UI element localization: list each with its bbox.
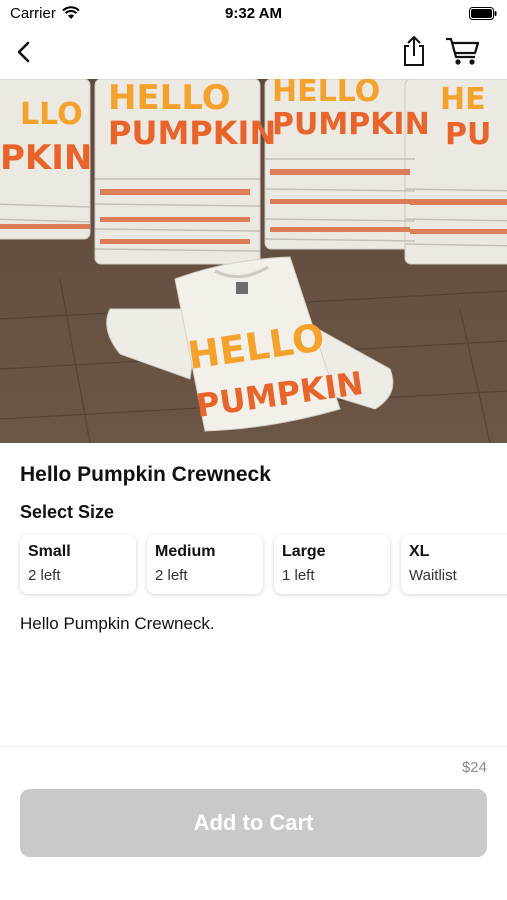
size-stock: 1 left [282, 567, 315, 584]
svg-text:PUMPKIN: PUMPKIN [272, 107, 430, 142]
svg-text:PUMPKIN: PUMPKIN [108, 114, 276, 152]
product-photo: LLO PKIN HELLO PUMPKIN HELLO PUMPKIN HE … [0, 79, 507, 443]
size-options: Small 2 left Medium 2 left Large 1 left … [20, 535, 507, 595]
svg-text:HELLO: HELLO [108, 79, 231, 118]
product-photo-illustration: LLO PKIN HELLO PUMPKIN HELLO PUMPKIN HE … [0, 79, 507, 443]
size-option-xl[interactable]: XL Waitlist [401, 535, 507, 594]
size-stock: 2 left [155, 567, 188, 584]
size-name: Medium [155, 543, 216, 560]
purchase-bar: $24 Add to Cart [0, 746, 507, 900]
svg-text:PU: PU [445, 117, 491, 152]
size-name: Large [282, 543, 326, 560]
size-name: XL [409, 543, 430, 560]
size-name: Small [28, 543, 71, 560]
add-to-cart-button[interactable]: Add to Cart [20, 789, 487, 857]
share-icon[interactable] [398, 34, 430, 68]
product-details: Hello Pumpkin Crewneck Select Size Small… [0, 443, 507, 745]
cart-icon[interactable] [444, 34, 482, 68]
product-description: Hello Pumpkin Crewneck. [20, 614, 215, 633]
svg-text:HE: HE [440, 82, 486, 117]
product-title: Hello Pumpkin Crewneck [20, 463, 271, 486]
size-option-small[interactable]: Small 2 left [20, 535, 136, 594]
navigation-bar [0, 28, 507, 78]
size-option-medium[interactable]: Medium 2 left [147, 535, 263, 594]
size-option-large[interactable]: Large 1 left [274, 535, 390, 594]
svg-text:HELLO: HELLO [272, 79, 380, 109]
select-size-heading: Select Size [20, 502, 115, 522]
size-stock: Waitlist [409, 567, 457, 584]
svg-text:PKIN: PKIN [0, 138, 92, 178]
svg-text:LLO: LLO [20, 97, 83, 132]
price-label: $24 [461, 759, 487, 776]
size-stock: 2 left [28, 567, 61, 584]
battery-icon [469, 7, 497, 20]
back-chevron-icon[interactable] [8, 36, 40, 68]
status-time: 9:32 AM [225, 5, 282, 22]
status-bar: Carrier 9:32 AM [0, 0, 507, 28]
